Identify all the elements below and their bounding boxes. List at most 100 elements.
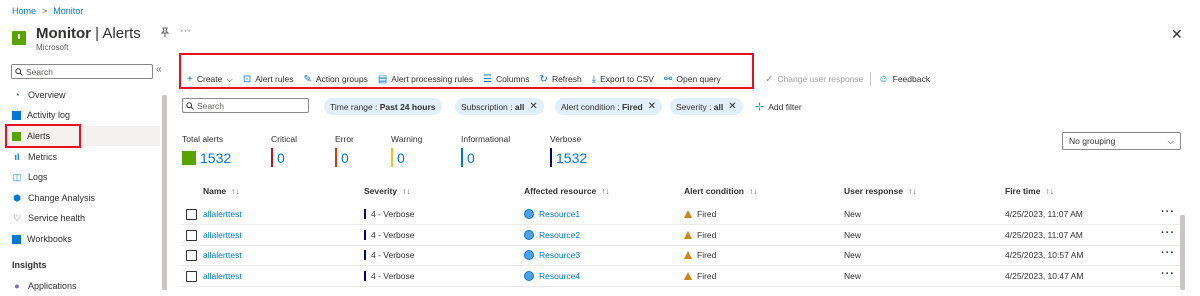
alerts-highlight-box (5, 124, 81, 148)
fire-time-text: 4/25/2023, 10:57 AM (1005, 250, 1084, 260)
alert-condition-label: Alert condition : (561, 101, 622, 112)
table-scrollbar[interactable] (1180, 215, 1185, 290)
page-title-separator: | (90, 25, 103, 42)
alert-processing-rules-button[interactable]: ▤ Alert processing rules (373, 69, 478, 89)
sidebar-item-workbooks[interactable]: Workbooks (0, 229, 160, 249)
refresh-label: Refresh (551, 74, 582, 84)
severity-text: 4 - Verbose (371, 250, 415, 260)
row-more-icon[interactable]: ··· (1161, 226, 1175, 240)
severity-text: Severity : all (676, 102, 723, 112)
create-label: Create (196, 74, 223, 84)
command-bar: + Create ⌵ ⊡ Alert rules ✎ Action groups ▤ Al… (182, 61, 726, 97)
activity-log-icon (12, 110, 21, 120)
add-filter-button[interactable]: ⊹ Add filter (755, 98, 802, 115)
collapse-sidebar-icon[interactable]: « (156, 64, 162, 75)
column-header-name[interactable]: Name ↑↓ (203, 186, 240, 196)
stat-total[interactable]: Total alerts 1532 (182, 134, 231, 167)
column-header-alert-condition[interactable]: Alert condition ↑↓ (684, 186, 757, 196)
alert-name-link[interactable]: allalerttest (203, 248, 242, 262)
row-select-checkbox[interactable] (186, 248, 197, 262)
severity-text: 4 - Verbose (371, 209, 415, 219)
row-more-icon[interactable]: ··· (1161, 205, 1175, 219)
sidebar-item-label: Logs (28, 172, 48, 182)
time-range-filter[interactable]: Time range : Past 24 hours (324, 98, 442, 115)
sidebar-item-overview[interactable]: ◔ Overview (0, 85, 160, 105)
stat-warning[interactable]: Warning 0 (391, 134, 422, 167)
row-select-checkbox[interactable] (186, 228, 197, 242)
severity-label: Severity : (676, 101, 714, 112)
remove-filter-icon[interactable]: ✕ (648, 101, 656, 112)
remove-filter-icon[interactable]: ✕ (529, 101, 537, 112)
change-user-response-button[interactable]: ✓ Change user response (760, 69, 868, 89)
stat-warning-value: 0 (397, 149, 405, 166)
sidebar-item-metrics[interactable]: ıl Metrics (0, 147, 160, 167)
alerts-title-icon (12, 31, 26, 45)
fire-time-text: 4/25/2023, 11:07 AM (1005, 230, 1083, 240)
stat-critical[interactable]: Critical 0 (271, 134, 297, 167)
subscription-filter[interactable]: Subscription : all ✕ (455, 98, 544, 115)
alert-rules-button[interactable]: ⊡ Alert rules (238, 69, 299, 89)
action-groups-icon: ✎ (303, 73, 312, 85)
affected-resource-link[interactable]: Resource1 (524, 207, 580, 221)
create-button[interactable]: + Create ⌵ (182, 69, 238, 89)
breadcrumb-monitor[interactable]: Monitor (53, 6, 83, 16)
resource-name: Resource2 (539, 230, 581, 240)
stat-informational[interactable]: Informational 0 (461, 134, 510, 167)
row-select-checkbox[interactable] (186, 207, 197, 221)
pin-icon[interactable] (160, 27, 170, 41)
close-icon[interactable]: ✕ (1171, 26, 1183, 43)
row-select-checkbox[interactable] (186, 269, 197, 283)
stat-verbose[interactable]: Verbose 1532 (550, 134, 587, 167)
columns-button[interactable]: ☰ Columns (478, 69, 535, 89)
stat-error[interactable]: Error 0 (335, 134, 354, 167)
severity-text: 4 - Verbose (371, 271, 415, 281)
grouping-dropdown[interactable]: No grouping ⌵ (1062, 132, 1181, 150)
sidebar-item-applications[interactable]: ● Applications (0, 276, 160, 296)
more-options-icon[interactable]: ··· (180, 25, 191, 37)
sidebar-item-activity-log[interactable]: Activity log (0, 105, 160, 125)
alert-name-link[interactable]: allalerttest (203, 228, 242, 242)
affected-resource-link[interactable]: Resource3 (524, 248, 580, 262)
checkbox[interactable] (186, 229, 197, 241)
column-header-label: Alert condition (684, 186, 744, 196)
error-bar (335, 148, 337, 167)
sidebar-item-label: Service health (28, 213, 86, 223)
alert-condition-filter[interactable]: Alert condition : Fired ✕ (555, 98, 663, 115)
sort-icon: ↑↓ (402, 186, 411, 196)
checkbox[interactable] (186, 249, 197, 261)
affected-resource-link[interactable]: Resource2 (524, 228, 580, 242)
breadcrumb-home[interactable]: Home (12, 6, 36, 16)
export-csv-button[interactable]: ⤓ Export to CSV (587, 69, 659, 89)
feedback-button[interactable]: ☺ Feedback (873, 69, 935, 89)
alert-name-link[interactable]: allalerttest (203, 207, 242, 221)
row-more-icon[interactable]: ··· (1161, 246, 1175, 260)
column-header-user-response[interactable]: User response ↑↓ (844, 186, 917, 196)
alerts-search-input[interactable]: Search (182, 98, 309, 113)
column-header-severity[interactable]: Severity ↑↓ (364, 186, 411, 196)
alert-name-link[interactable]: allalerttest (203, 269, 242, 283)
checkbox[interactable] (186, 270, 197, 282)
affected-resource-link[interactable]: Resource4 (524, 269, 580, 283)
column-header-affected-resource[interactable]: Affected resource ↑↓ (524, 186, 610, 196)
remove-filter-icon[interactable]: ✕ (728, 101, 736, 112)
page-subtitle: Microsoft (36, 43, 69, 52)
sidebar-item-change-analysis[interactable]: ⬢ Change Analysis (0, 188, 160, 208)
open-query-button[interactable]: ⚯ Open query (659, 69, 726, 89)
severity-filter[interactable]: Severity : all ✕ (670, 98, 743, 115)
sidebar-item-label: Overview (28, 90, 66, 100)
sidebar-scrollbar[interactable] (162, 95, 167, 290)
row-more-icon[interactable]: ··· (1161, 267, 1175, 281)
open-query-label: Open query (676, 74, 721, 84)
fire-time-cell: 4/25/2023, 10:47 AM (1005, 269, 1083, 283)
alert-name: allalerttest (203, 209, 242, 219)
sidebar-search-input[interactable]: Search (11, 64, 153, 79)
sidebar-item-logs[interactable]: ◫ Logs (0, 167, 160, 187)
action-groups-button[interactable]: ✎ Action groups (298, 69, 372, 89)
alerts-search-placeholder: Search (197, 100, 224, 111)
action-groups-label: Action groups (315, 74, 368, 84)
checkbox[interactable] (186, 208, 197, 220)
column-header-fire-time[interactable]: Fire time ↑↓ (1005, 186, 1054, 196)
change-response-label: Change user response (777, 74, 864, 84)
refresh-button[interactable]: ↻ Refresh (535, 69, 587, 89)
sidebar-item-service-health[interactable]: ♡ Service health (0, 208, 160, 228)
